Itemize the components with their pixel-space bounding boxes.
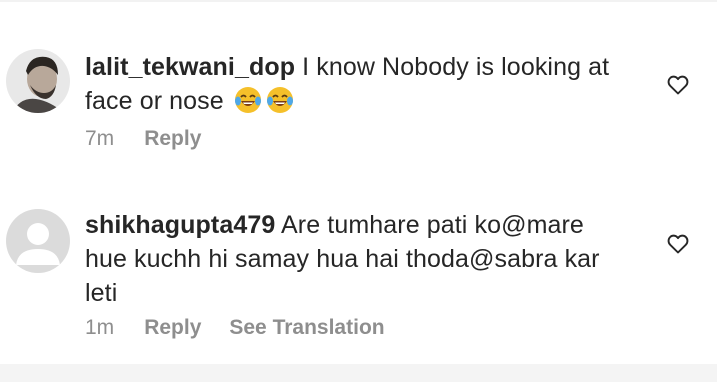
comment-body: lalit_tekwani_dop I know Nobody is looki… [85, 50, 645, 118]
bottom-divider [0, 364, 717, 382]
tears-of-joy-emoji-icon [266, 87, 293, 113]
comment-username[interactable]: lalit_tekwani_dop [85, 53, 295, 81]
avatar[interactable] [6, 209, 70, 273]
avatar[interactable] [6, 49, 70, 113]
comment-body: shikhagupta479 Are tumhare pati ko@mare … [85, 208, 625, 310]
comment-timestamp: 7m [85, 127, 115, 150]
comment-meta: 1m Reply See Translation [85, 316, 413, 340]
comment-username[interactable]: shikhagupta479 [85, 211, 275, 239]
heart-like-icon[interactable] [666, 73, 690, 97]
user-photo-avatar-icon [6, 49, 70, 113]
see-translation-button[interactable]: See Translation [229, 316, 384, 340]
heart-like-icon[interactable] [666, 232, 690, 256]
tears-of-joy-emoji-icon [234, 87, 261, 113]
default-profile-avatar-icon [6, 209, 70, 273]
comment-meta: 7m Reply [85, 127, 229, 151]
comment-timestamp: 1m [85, 316, 115, 339]
top-divider [0, 0, 717, 2]
reply-button[interactable]: Reply [144, 127, 201, 151]
reply-button[interactable]: Reply [144, 316, 201, 340]
